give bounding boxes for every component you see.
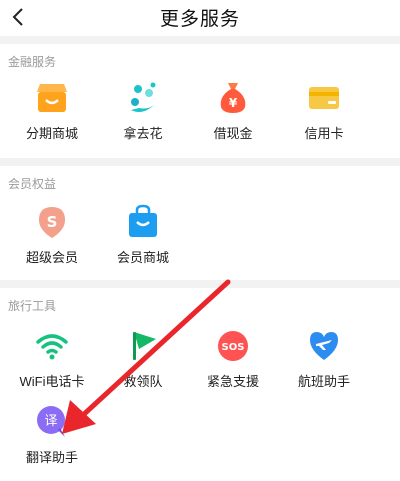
section-membership: 会员权益 S 超级会员 会员商城	[0, 166, 400, 280]
page-title: 更多服务	[159, 9, 240, 30]
section-title: 旅行工具	[8, 299, 57, 313]
svg-text:¥: ¥	[229, 96, 238, 110]
super-member-icon: S	[39, 207, 65, 238]
sos-icon: SOS	[218, 331, 248, 361]
service-label: 借现金	[213, 126, 253, 141]
flag-icon	[133, 332, 156, 360]
service-emergency-support[interactable]: SOS 紧急支援	[188, 328, 278, 398]
service-label: 分期商城	[25, 126, 78, 141]
flower-icon	[131, 82, 156, 112]
shop-icon	[37, 84, 67, 112]
section-title: 会员权益	[8, 177, 57, 191]
flight-heart-icon	[310, 332, 338, 360]
service-label: WiFi电话卡	[19, 374, 85, 389]
service-naquhua[interactable]: 拿去花	[98, 80, 188, 150]
section-travel-tools: 旅行工具 WiFi电话卡 救领队 SOS 紧急支援 航班助手 译 翻译助手	[0, 288, 400, 481]
service-label: 信用卡	[304, 126, 344, 141]
service-member-mall[interactable]: 会员商城	[98, 204, 188, 274]
section-title: 金融服务	[8, 55, 57, 69]
service-translation-assistant[interactable]: 译 翻译助手	[7, 404, 97, 474]
service-label: 翻译助手	[25, 450, 78, 465]
service-label: 拿去花	[123, 126, 163, 141]
service-installment-mall[interactable]: 分期商城	[7, 80, 97, 150]
service-label: 会员商城	[116, 250, 169, 265]
service-label: 超级会员	[25, 250, 78, 265]
translate-icon: 译	[37, 406, 65, 437]
service-super-member[interactable]: S 超级会员	[7, 204, 97, 274]
money-bag-icon: ¥	[220, 83, 246, 113]
service-credit-card[interactable]: 信用卡	[279, 80, 369, 150]
service-label: 紧急支援	[206, 374, 259, 389]
service-rescue-leader[interactable]: 救领队	[98, 328, 188, 398]
section-divider	[0, 158, 400, 166]
svg-text:SOS: SOS	[222, 342, 245, 353]
service-wifi-phone-card[interactable]: WiFi电话卡	[7, 328, 97, 398]
service-label: 航班助手	[297, 374, 350, 389]
shopping-bag-icon	[129, 204, 157, 237]
svg-text:译: 译	[44, 414, 57, 429]
credit-card-icon	[309, 87, 339, 109]
svg-text:S: S	[47, 213, 58, 231]
section-divider	[0, 280, 400, 288]
wifi-icon	[36, 334, 68, 360]
section-finance: 金融服务 分期商城 拿去花 ¥ 借现金 信用卡	[0, 44, 400, 158]
service-label: 救领队	[123, 374, 163, 389]
service-borrow-cash[interactable]: ¥ 借现金	[188, 80, 278, 150]
service-flight-assistant[interactable]: 航班助手	[279, 328, 369, 398]
section-divider	[0, 36, 400, 44]
header-bar: 更多服务	[0, 0, 400, 36]
